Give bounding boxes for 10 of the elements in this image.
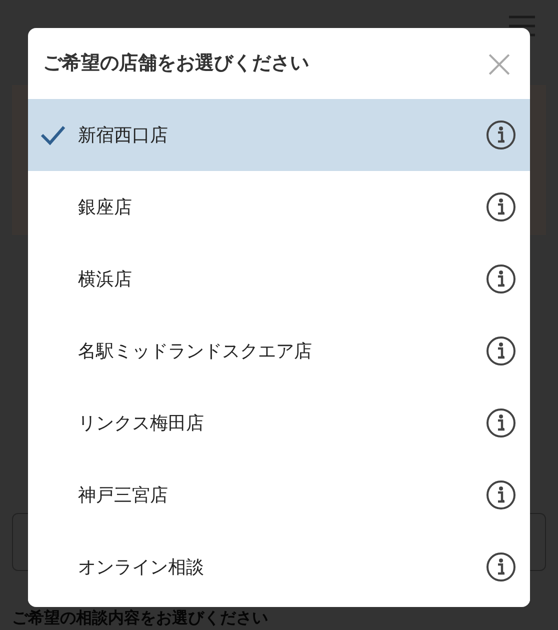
dialog-title: ご希望の店舗をお選びください — [43, 52, 309, 75]
info-icon[interactable] — [486, 336, 516, 366]
check-icon — [40, 124, 66, 146]
info-icon[interactable] — [486, 480, 516, 510]
info-icon[interactable] — [486, 120, 516, 150]
info-icon[interactable] — [486, 408, 516, 438]
info-icon[interactable] — [486, 192, 516, 222]
info-icon[interactable] — [486, 552, 516, 582]
store-option[interactable]: 新宿西口店 — [28, 99, 530, 171]
info-icon[interactable] — [486, 264, 516, 294]
